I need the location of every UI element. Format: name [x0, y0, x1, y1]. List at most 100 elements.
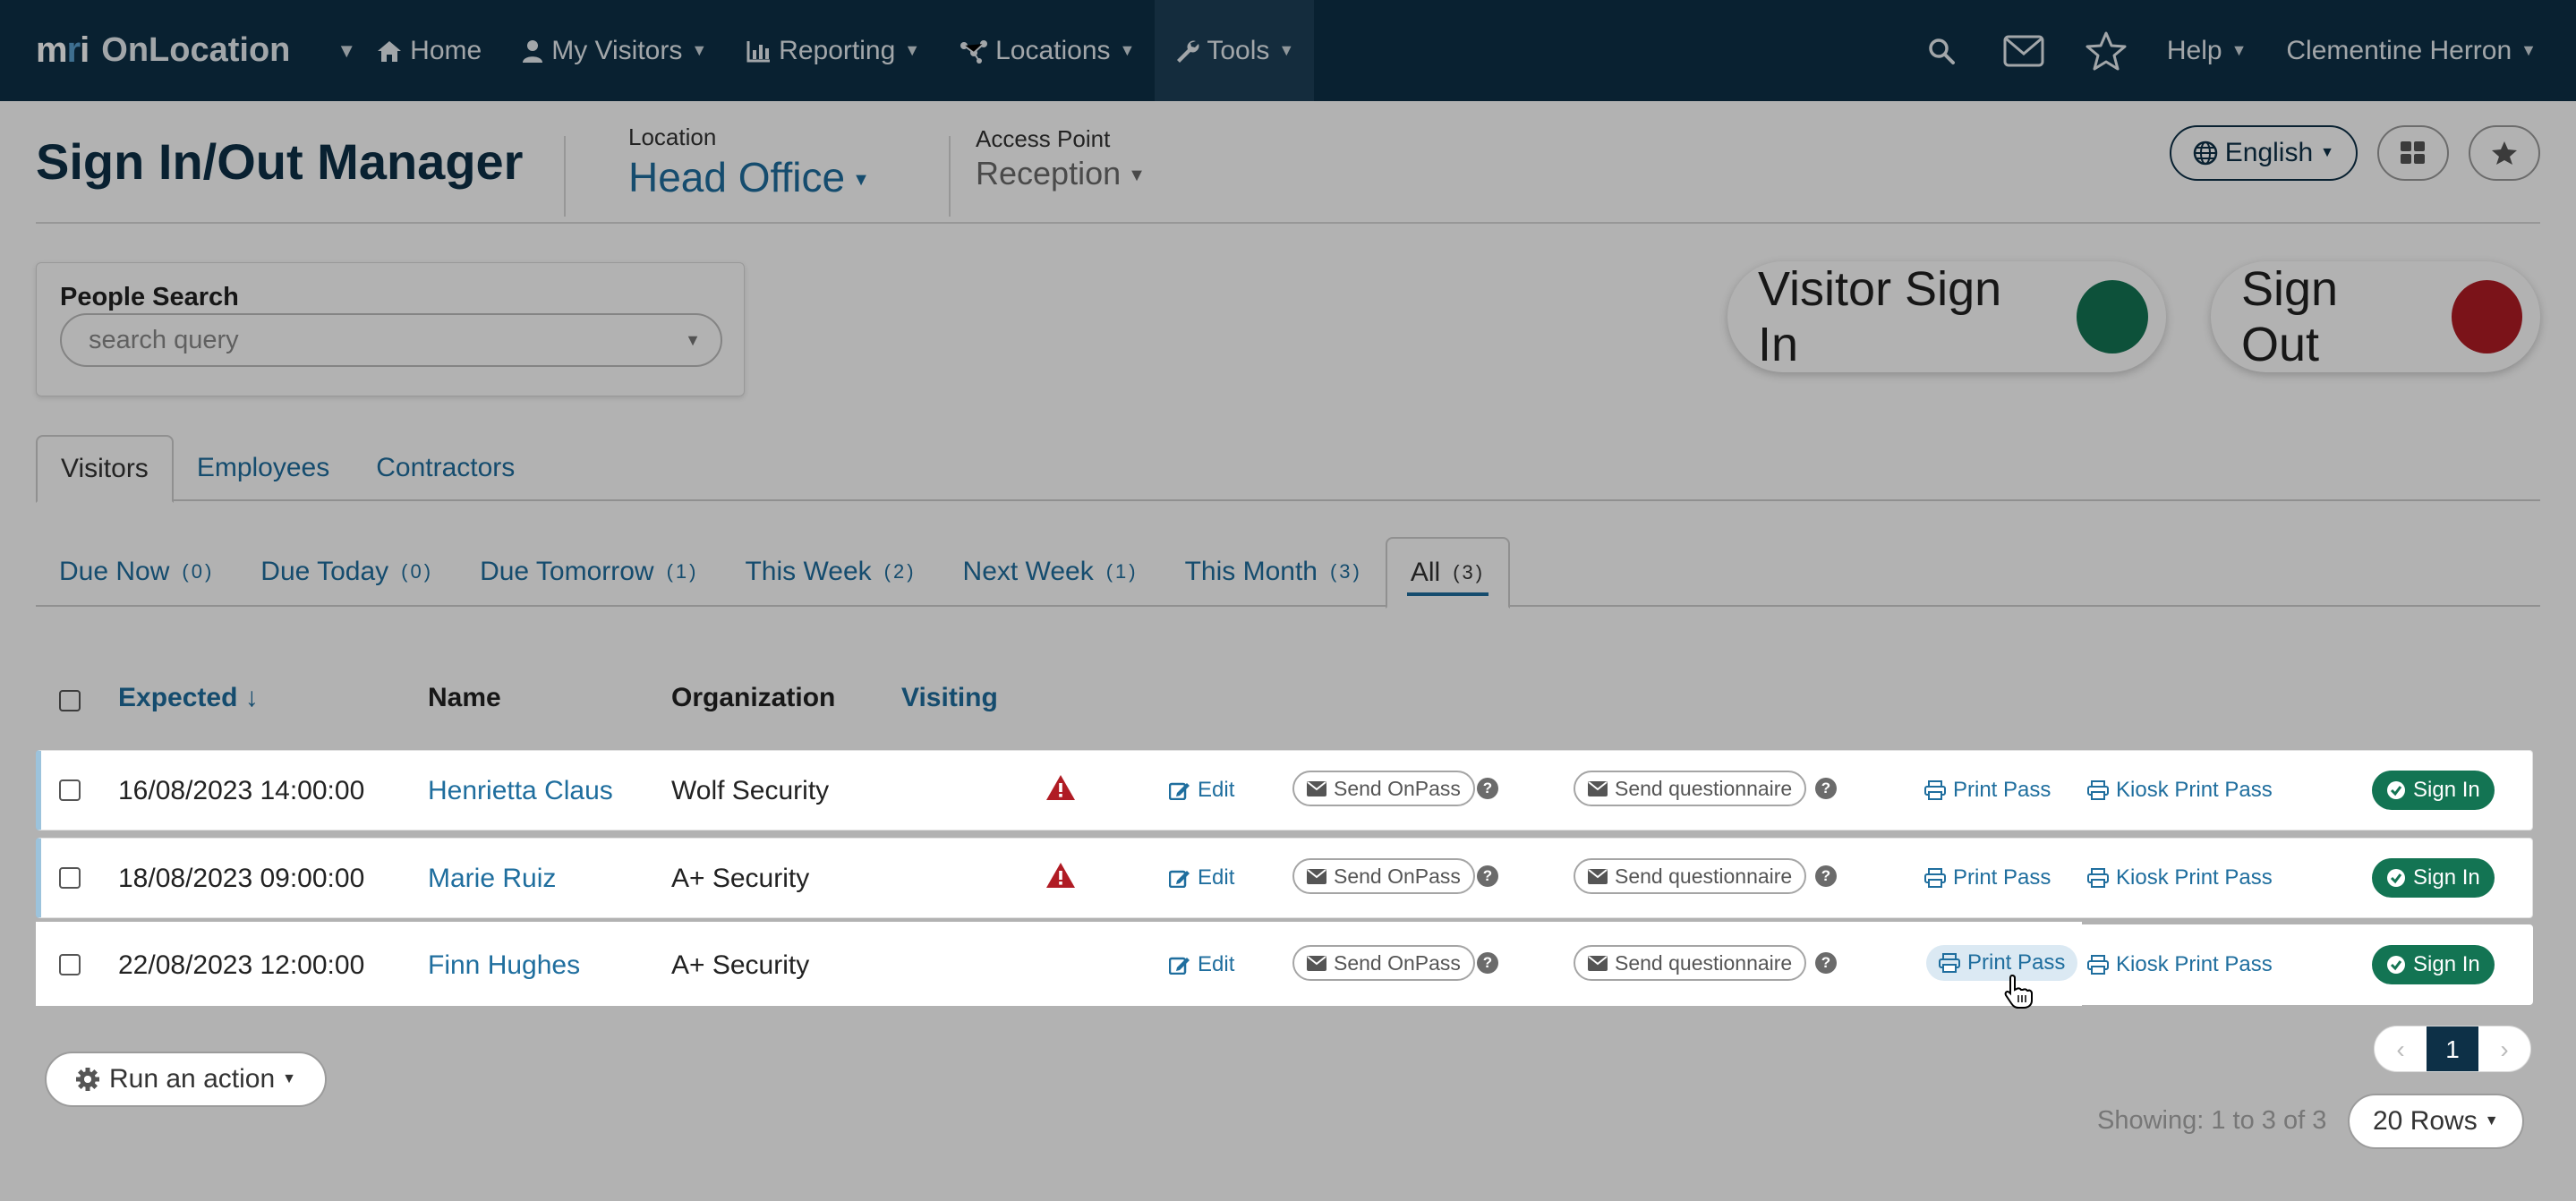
home-icon — [378, 40, 402, 62]
print-pass-link[interactable]: Print Pass — [1924, 865, 2051, 890]
edit-link[interactable]: Edit — [1169, 952, 1234, 977]
active-underline — [1406, 592, 1489, 596]
visitor-name-link[interactable]: Henrietta Claus — [428, 776, 613, 806]
nav-home-label: Home — [410, 35, 482, 65]
visitor-name-link[interactable]: Marie Ruiz — [428, 864, 556, 894]
location-selector[interactable]: Location Head Office ▼ — [628, 124, 870, 201]
nav-reporting[interactable]: Reporting ▼ — [727, 0, 940, 101]
printer-icon — [2087, 955, 2109, 975]
nav-locations[interactable]: Locations ▼ — [940, 0, 1155, 101]
subtab-all[interactable]: All (3) — [1385, 537, 1511, 609]
envelope-icon — [1307, 955, 1326, 971]
next-page-button[interactable]: › — [2478, 1026, 2530, 1071]
nav-tools[interactable]: Tools ▼ — [1155, 0, 1315, 101]
chevron-down-icon: ▼ — [1128, 165, 1146, 185]
tab-visitors[interactable]: Visitors — [36, 435, 174, 503]
sign-in-button[interactable]: Sign In — [2372, 858, 2495, 898]
envelope-icon — [1307, 868, 1326, 884]
chevron-down-icon: ▼ — [1278, 41, 1295, 59]
user-name: Clementine Herron — [2286, 35, 2512, 65]
chevron-down-icon: ▼ — [2484, 1113, 2499, 1129]
subtab-due-today[interactable]: Due Today (0) — [237, 537, 456, 607]
subtab-this-month[interactable]: This Month (3) — [1162, 537, 1386, 607]
run-action-button[interactable]: Run an action ▼ — [45, 1052, 327, 1107]
check-circle-icon — [2387, 869, 2405, 887]
rows-per-page-select[interactable]: 20 Rows ▼ — [2348, 1094, 2524, 1149]
star-icon[interactable] — [2081, 26, 2131, 76]
help-icon[interactable]: ? — [1815, 952, 1837, 974]
location-label: Location — [628, 124, 717, 150]
warning-icon — [1045, 774, 1076, 805]
column-expected[interactable]: Expected ↓ — [118, 683, 259, 713]
send-onpass-button[interactable]: Send OnPass — [1292, 945, 1475, 981]
select-all-checkbox[interactable] — [59, 690, 81, 711]
nav-my-visitors[interactable]: My Visitors ▼ — [501, 0, 727, 101]
page-1-button[interactable]: 1 — [2427, 1026, 2478, 1071]
brand[interactable]: mri OnLocation ▼ — [36, 0, 356, 101]
tab-employees[interactable]: Employees — [174, 435, 353, 501]
send-questionnaire-button[interactable]: Send questionnaire — [1574, 945, 1807, 981]
send-questionnaire-button[interactable]: Send questionnaire — [1574, 771, 1807, 806]
red-dot-icon — [2451, 280, 2522, 353]
column-visiting[interactable]: Visiting — [901, 683, 998, 713]
row-checkbox[interactable] — [59, 779, 81, 801]
sort-arrow-icon: ↓ — [244, 683, 259, 712]
help-icon[interactable]: ? — [1477, 865, 1498, 887]
access-point-selector[interactable]: Access Point Reception ▼ — [976, 125, 1146, 192]
help-icon[interactable]: ? — [1815, 778, 1837, 799]
search-placeholder: search query — [89, 325, 239, 354]
row-checkbox[interactable] — [59, 954, 81, 975]
sign-out-label: Sign Out — [2241, 262, 2339, 371]
people-search-input[interactable]: search query ▼ — [60, 313, 722, 367]
print-pass-link[interactable]: Print Pass — [1924, 778, 2051, 803]
subtab-due-tomorrow[interactable]: Due Tomorrow (1) — [456, 537, 721, 607]
run-action-label: Run an action — [109, 1064, 276, 1094]
edit-link[interactable]: Edit — [1169, 778, 1234, 803]
help-icon[interactable]: ? — [1477, 778, 1498, 799]
nav-user-menu[interactable]: Clementine Herron ▼ — [2266, 0, 2576, 101]
subtab-this-week[interactable]: This Week (2) — [721, 537, 939, 607]
language-button[interactable]: English ▼ — [2169, 125, 2358, 181]
favorite-button[interactable] — [2469, 125, 2540, 181]
prev-page-button[interactable]: ‹ — [2375, 1026, 2427, 1071]
help-icon[interactable]: ? — [1477, 952, 1498, 974]
people-search-label: People Search — [60, 283, 239, 311]
check-circle-icon — [2387, 781, 2405, 799]
envelope-icon — [1588, 868, 1608, 884]
kiosk-print-pass-link[interactable]: Kiosk Print Pass — [2087, 778, 2273, 803]
printer-icon — [2087, 780, 2109, 800]
kiosk-print-pass-link[interactable]: Kiosk Print Pass — [2087, 952, 2273, 977]
sign-in-button[interactable]: Sign In — [2372, 945, 2495, 984]
subtab-next-week[interactable]: Next Week (1) — [940, 537, 1162, 607]
sign-out-button[interactable]: Sign Out — [2211, 261, 2540, 372]
row-checkbox[interactable] — [59, 867, 81, 889]
envelope-icon — [1588, 780, 1608, 796]
send-questionnaire-button[interactable]: Send questionnaire — [1574, 858, 1807, 894]
visitor-sign-in-button[interactable]: Visitor Sign In — [1727, 261, 2166, 372]
nav-right: Help ▼ Clementine Herron ▼ — [1900, 0, 2576, 101]
search-icon[interactable] — [1916, 26, 1966, 76]
brand-caret-icon[interactable]: ▼ — [337, 39, 356, 63]
visitor-name-link[interactable]: Finn Hughes — [428, 950, 580, 981]
send-onpass-button[interactable]: Send OnPass — [1292, 858, 1475, 894]
nav-home[interactable]: Home — [356, 0, 501, 101]
send-onpass-button[interactable]: Send OnPass — [1292, 771, 1475, 806]
tab-contractors[interactable]: Contractors — [353, 435, 538, 501]
envelope-icon[interactable] — [1999, 26, 2049, 76]
kiosk-print-pass-link[interactable]: Kiosk Print Pass — [2087, 865, 2273, 890]
print-pass-link[interactable]: Print Pass — [1926, 945, 2078, 981]
chevron-down-icon: ▼ — [282, 1071, 296, 1086]
edit-icon — [1169, 782, 1190, 800]
printer-icon — [1924, 780, 1946, 800]
envelope-icon — [1307, 780, 1326, 796]
nav-help[interactable]: Help ▼ — [2147, 0, 2267, 101]
people-search-card: People Search search query ▼ — [36, 262, 745, 396]
location-value[interactable]: Head Office ▼ — [628, 153, 870, 201]
edit-link[interactable]: Edit — [1169, 865, 1234, 890]
organization: A+ Security — [671, 864, 810, 893]
help-icon[interactable]: ? — [1815, 865, 1837, 887]
access-point-value[interactable]: Reception ▼ — [976, 155, 1146, 192]
subtab-due-now[interactable]: Due Now (0) — [36, 537, 237, 607]
dashboard-button[interactable] — [2377, 125, 2449, 181]
sign-in-button[interactable]: Sign In — [2372, 771, 2495, 810]
